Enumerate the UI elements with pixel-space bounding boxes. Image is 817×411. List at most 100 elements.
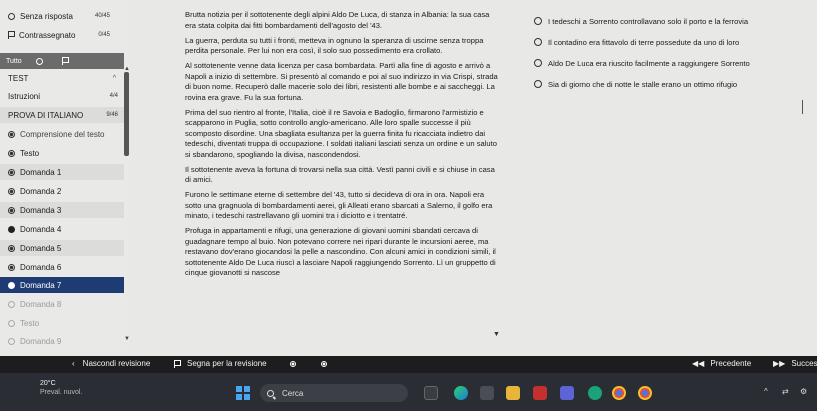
paragraph: Brutta notizia per il sottotenente degli…: [185, 10, 490, 30]
exam-count: 9/46: [106, 112, 118, 118]
item-label: Domanda 5: [20, 243, 62, 253]
status-icon: [8, 206, 15, 214]
taskbar-search[interactable]: Cerca: [260, 384, 408, 402]
paragraph: Profuga in appartamenti e rifugi, una ge…: [185, 226, 496, 277]
app-icon[interactable]: [533, 386, 547, 400]
status-icon: [8, 281, 15, 289]
scroll-down-icon[interactable]: ▼: [124, 336, 130, 342]
unanswered-label: Senza risposta: [20, 11, 73, 21]
hide-review-button[interactable]: ‹ Nascondi revisione: [72, 359, 150, 368]
search-icon: [267, 389, 274, 397]
option-label: I tedeschi a Sorrento controllavano solo…: [548, 16, 749, 26]
chevron-up-icon: ^: [112, 74, 116, 82]
answer-option-3[interactable]: Aldo De Luca era riuscito facilmente a r…: [534, 56, 817, 70]
item-label: Testo: [20, 318, 40, 328]
chevron-up-icon[interactable]: ^: [764, 387, 768, 396]
sidebar-item-domanda-4[interactable]: Domanda 4: [0, 221, 124, 237]
weather-widget[interactable]: 20°C Preval. nuvol.: [40, 379, 82, 397]
item-label: Domanda 7: [20, 280, 62, 290]
radio-icon[interactable]: [534, 80, 542, 88]
chrome-icon[interactable]: [612, 386, 626, 400]
section-comprension[interactable]: Comprensione del testo: [0, 126, 124, 142]
sidebar-scrollbar[interactable]: [124, 72, 129, 156]
answer-option-2[interactable]: Il contadino era fittavolo di terre poss…: [534, 35, 817, 49]
exam-label: PROVA DI ITALIANO: [8, 110, 84, 120]
windows-start-icon[interactable]: [236, 386, 250, 400]
section-status-icon: [8, 130, 15, 138]
passage-scroll-down-icon[interactable]: ▼: [493, 331, 500, 338]
filter-flagged[interactable]: Contrassegnato 0/45: [0, 27, 124, 43]
status-icon: [8, 300, 15, 308]
exam-section[interactable]: PROVA DI ITALIANO 9/46: [0, 107, 124, 123]
chevron-left-icon: ‹: [72, 359, 75, 368]
sidebar-item-domanda-6[interactable]: Domanda 6: [0, 259, 124, 275]
answer-option-4[interactable]: Sia di giorno che di notte le stalle era…: [534, 77, 817, 91]
question-navigator: Senza risposta 40/45 Contrassegnato 0/45…: [0, 0, 130, 350]
filter-flagged-icon[interactable]: [61, 57, 69, 65]
sidebar-item-domanda-5[interactable]: Domanda 5: [0, 240, 124, 256]
previous-button[interactable]: ◀◀ Precedente: [692, 359, 751, 368]
item-label: Domanda 8: [20, 299, 62, 309]
item-label: Domanda 1: [20, 167, 62, 177]
paragraph: Furono le settimane eterne di settembre …: [185, 190, 493, 220]
filter-unanswered-icon[interactable]: [35, 57, 43, 65]
option-label: Sia di giorno che di notte le stalle era…: [548, 79, 738, 89]
status-icon: [8, 319, 15, 327]
flag-icon: [174, 359, 181, 368]
status-icon: [8, 244, 15, 252]
sidebar-item-domanda-2[interactable]: Domanda 2: [0, 183, 124, 199]
paragraph: Il sottotenente aveva la fortuna di trov…: [185, 164, 495, 185]
sidebar-item-testo-2[interactable]: Testo: [0, 315, 124, 331]
divider: [802, 100, 803, 114]
status-unanswered-icon[interactable]: [290, 361, 296, 367]
answer-option-1[interactable]: I tedeschi a Sorrento controllavano solo…: [534, 14, 817, 28]
next-button[interactable]: ▶▶ Succes: [773, 359, 817, 368]
paragraph: La guerra, perduta su tutti i fronti, me…: [185, 35, 484, 56]
flagged-label: Contrassegnato: [19, 30, 76, 40]
store-icon[interactable]: [480, 386, 494, 400]
sidebar-item-testo[interactable]: Testo: [0, 145, 124, 161]
bottom-navigation-bar: ‹ Nascondi revisione Segna per la revisi…: [0, 356, 817, 373]
paragraph: Prima del suo rientro al fronte, l'Itali…: [185, 107, 497, 159]
sidebar-item-domanda-9[interactable]: Domanda 9: [0, 333, 124, 349]
option-label: Aldo De Luca era riuscito facilmente a r…: [548, 58, 750, 68]
temperature: 20°C: [40, 380, 56, 387]
radio-icon[interactable]: [534, 59, 542, 67]
teams-icon[interactable]: [560, 386, 574, 400]
test-label: TEST: [8, 73, 29, 83]
unanswered-icon: [8, 12, 15, 20]
network-icon[interactable]: ⇄: [782, 387, 789, 396]
app-icon[interactable]: [588, 386, 602, 400]
sidebar-item-domanda-8[interactable]: Domanda 8: [0, 296, 124, 312]
mark-review-label: Segna per la revisione: [187, 359, 267, 368]
flag-icon: [8, 31, 15, 39]
chrome-icon[interactable]: [638, 386, 652, 400]
status-answered-icon[interactable]: [321, 361, 327, 367]
instructions-label: Istruzioni: [8, 91, 41, 101]
mark-review-button[interactable]: Segna per la revisione: [174, 359, 267, 368]
file-explorer-icon[interactable]: [506, 386, 520, 400]
settings-icon[interactable]: ⚙: [800, 387, 807, 396]
instructions-count: 4/4: [109, 93, 118, 99]
filter-unanswered[interactable]: Senza risposta 40/45: [0, 8, 124, 24]
task-view-icon[interactable]: [424, 386, 438, 400]
sidebar-item-domanda-1[interactable]: Domanda 1: [0, 164, 124, 180]
flagged-count: 0/45: [98, 32, 110, 38]
filter-all-button[interactable]: Tutto: [6, 58, 22, 65]
section-label: Comprensione del testo: [20, 129, 105, 139]
radio-icon[interactable]: [534, 17, 542, 25]
option-label: Il contadino era fittavolo di terre poss…: [548, 37, 740, 47]
edge-browser-icon[interactable]: [454, 386, 468, 400]
hide-review-label: Nascondi revisione: [82, 359, 151, 368]
search-label: Cerca: [282, 388, 304, 398]
test-header[interactable]: TEST ^: [0, 70, 124, 86]
sidebar-item-domanda-3[interactable]: Domanda 3: [0, 202, 124, 218]
status-icon: [8, 263, 15, 271]
weather-description: Preval. nuvol.: [40, 389, 83, 396]
sidebar-item-domanda-7[interactable]: Domanda 7: [0, 277, 124, 293]
radio-icon[interactable]: [534, 38, 542, 46]
item-label: Domanda 4: [20, 224, 62, 234]
item-label: Testo: [20, 148, 40, 158]
windows-taskbar: 20°C Preval. nuvol. Cerca ^ ⇄ ⚙: [0, 373, 817, 411]
instructions-item[interactable]: Istruzioni 4/4: [0, 88, 124, 104]
